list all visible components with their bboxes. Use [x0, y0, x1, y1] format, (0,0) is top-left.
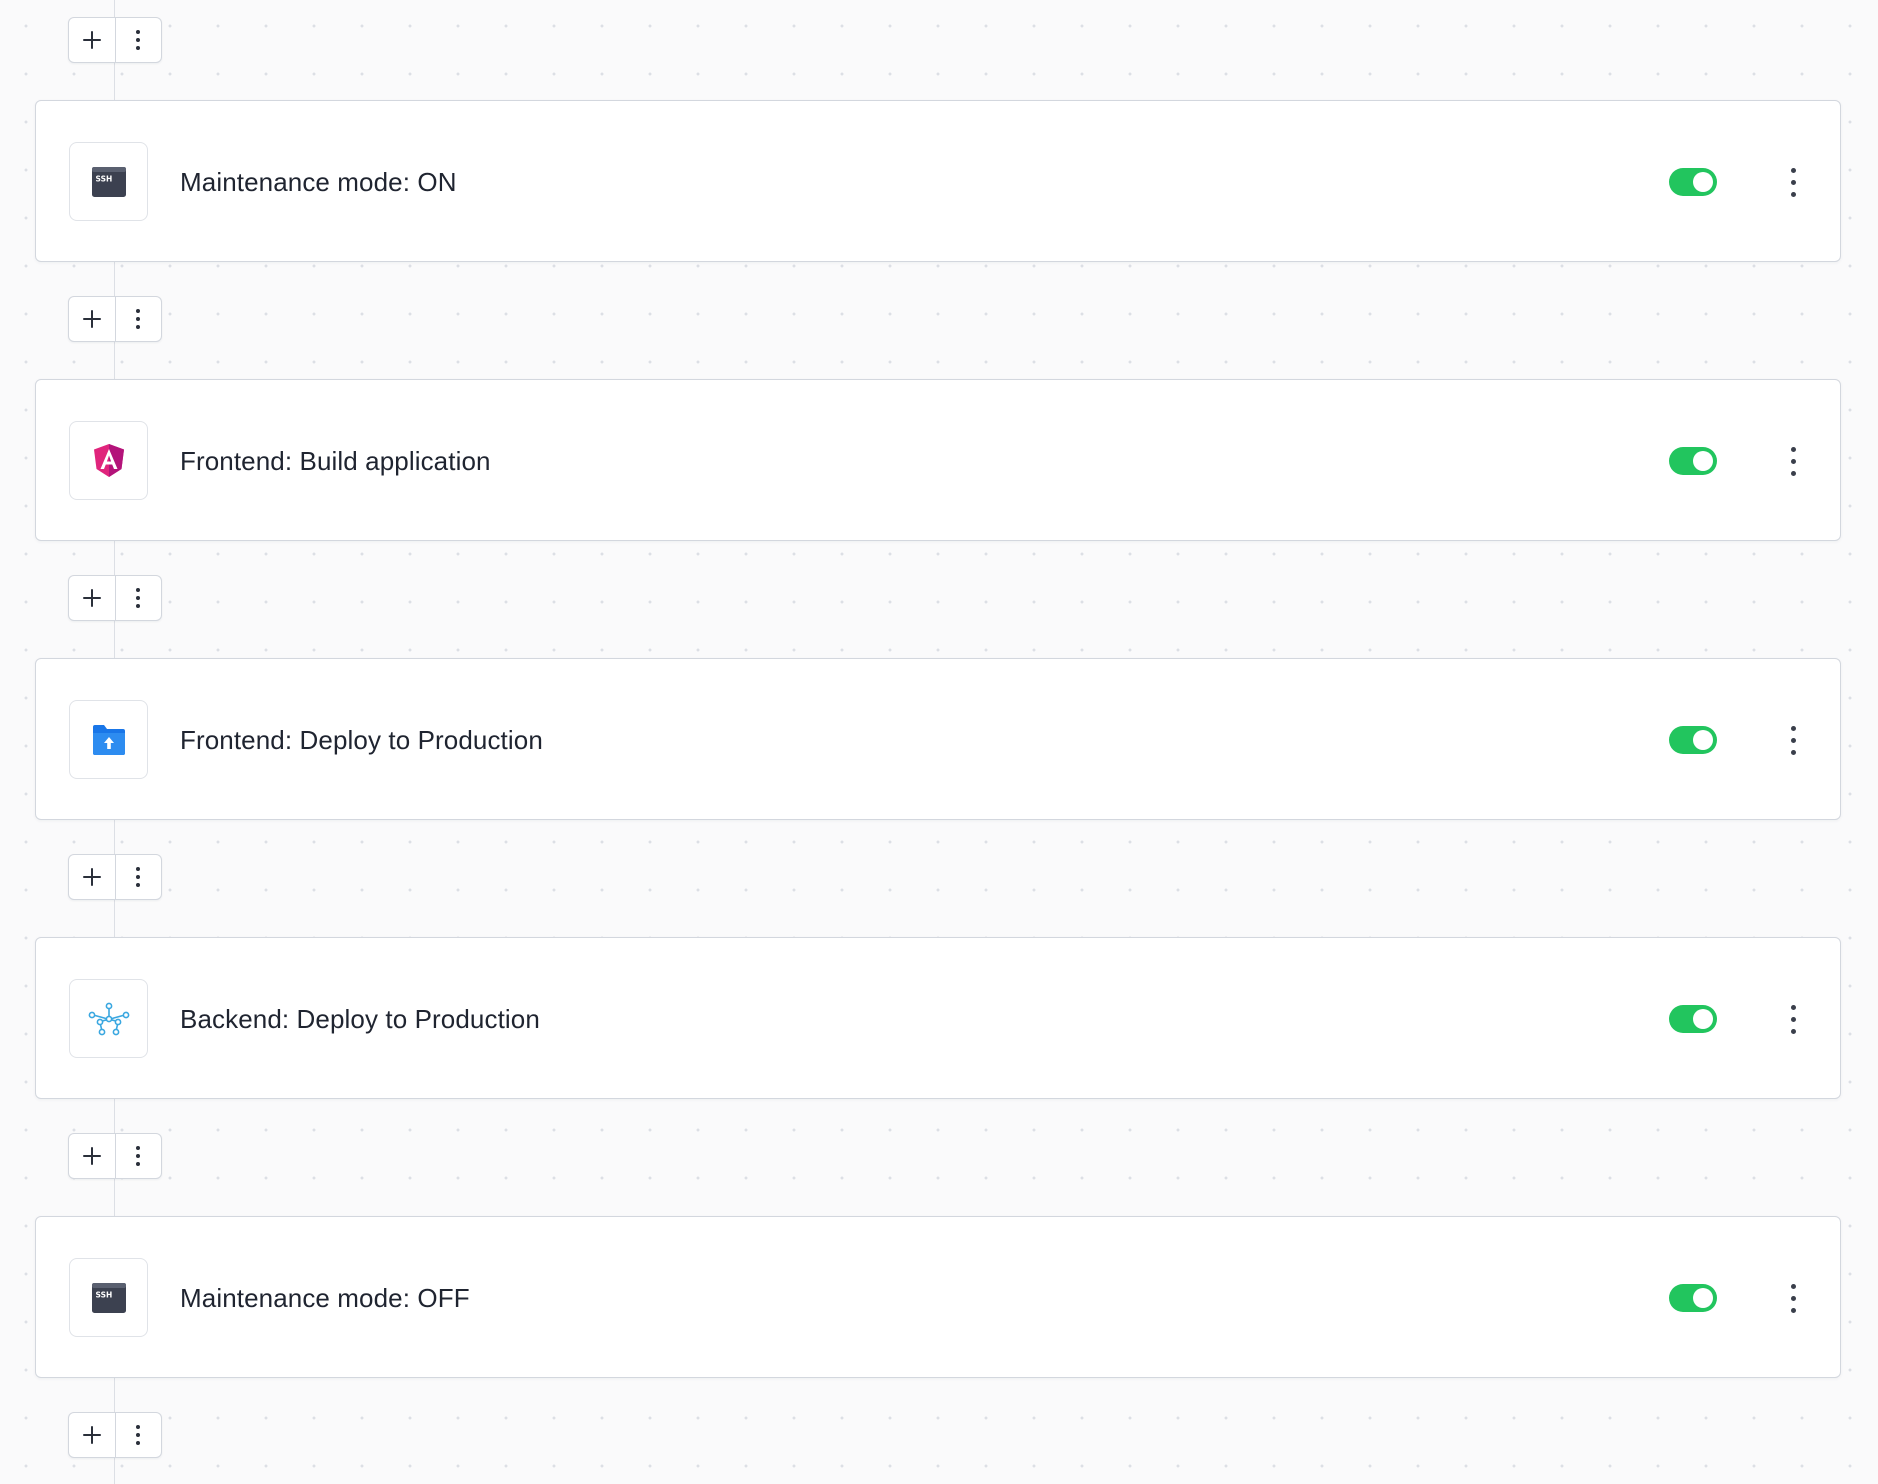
plus-icon	[82, 868, 101, 886]
add-action-menu-button[interactable]	[114, 1134, 162, 1178]
plus-icon	[82, 1426, 101, 1444]
add-action-bar	[68, 17, 162, 63]
action-icon-box: SSH	[69, 142, 148, 221]
ssh-terminal-icon: SSH	[91, 1282, 126, 1313]
plus-icon	[82, 589, 101, 607]
action-title[interactable]: Backend: Deploy to Production	[180, 938, 540, 1100]
action-enabled-toggle[interactable]	[1669, 447, 1717, 475]
more-vertical-icon	[136, 30, 141, 50]
add-action-menu-button[interactable]	[114, 576, 162, 620]
action-title[interactable]: Maintenance mode: OFF	[180, 1217, 470, 1379]
action-enabled-toggle[interactable]	[1669, 168, 1717, 196]
add-action-bar	[68, 1412, 162, 1458]
add-action-menu-button[interactable]	[114, 297, 162, 341]
angular-icon	[93, 443, 124, 477]
add-action-bar	[68, 1133, 162, 1179]
svg-text:SSH: SSH	[95, 1290, 112, 1299]
more-vertical-icon	[136, 1146, 141, 1166]
action-title[interactable]: Maintenance mode: ON	[180, 101, 457, 263]
folder-upload-icon	[92, 724, 125, 755]
action-menu-button[interactable]	[1778, 716, 1808, 764]
add-action-button[interactable]	[69, 297, 115, 341]
add-action-bar	[68, 854, 162, 900]
action-menu-button[interactable]	[1778, 1274, 1808, 1322]
action-card[interactable]: SSH Maintenance mode: ON	[35, 100, 1841, 262]
action-card[interactable]: Frontend: Build application	[35, 379, 1841, 541]
action-icon-box: SSH	[69, 1258, 148, 1337]
action-enabled-toggle[interactable]	[1669, 726, 1717, 754]
add-action-button[interactable]	[69, 18, 115, 62]
network-nodes-icon	[88, 1002, 129, 1035]
action-enabled-toggle[interactable]	[1669, 1284, 1717, 1312]
toggle-knob	[1693, 1288, 1713, 1308]
action-icon-box	[69, 979, 148, 1058]
action-card[interactable]: Frontend: Deploy to Production	[35, 658, 1841, 820]
add-action-bar	[68, 575, 162, 621]
plus-icon	[82, 1147, 101, 1165]
toggle-knob	[1693, 730, 1713, 750]
add-action-button[interactable]	[69, 1413, 115, 1457]
add-action-button[interactable]	[69, 855, 115, 899]
add-action-menu-button[interactable]	[114, 1413, 162, 1457]
action-icon-box	[69, 421, 148, 500]
ssh-terminal-icon: SSH	[91, 166, 126, 197]
more-vertical-icon	[136, 1425, 141, 1445]
toggle-knob	[1693, 1009, 1713, 1029]
action-title[interactable]: Frontend: Build application	[180, 380, 491, 542]
more-vertical-icon	[136, 867, 141, 887]
action-card[interactable]: Backend: Deploy to Production	[35, 937, 1841, 1099]
toggle-knob	[1693, 172, 1713, 192]
add-action-menu-button[interactable]	[114, 855, 162, 899]
add-action-button[interactable]	[69, 1134, 115, 1178]
pipeline-canvas: SSH Maintenance mode: ON Frontend: Build…	[0, 0, 1878, 1484]
svg-text:SSH: SSH	[95, 174, 112, 183]
toggle-knob	[1693, 451, 1713, 471]
action-card[interactable]: SSH Maintenance mode: OFF	[35, 1216, 1841, 1378]
plus-icon	[82, 310, 101, 328]
plus-icon	[82, 31, 101, 49]
more-vertical-icon	[136, 309, 141, 329]
more-vertical-icon	[136, 588, 141, 608]
add-action-menu-button[interactable]	[114, 18, 162, 62]
add-action-bar	[68, 296, 162, 342]
action-icon-box	[69, 700, 148, 779]
action-menu-button[interactable]	[1778, 158, 1808, 206]
action-enabled-toggle[interactable]	[1669, 1005, 1717, 1033]
action-title[interactable]: Frontend: Deploy to Production	[180, 659, 543, 821]
action-menu-button[interactable]	[1778, 995, 1808, 1043]
action-menu-button[interactable]	[1778, 437, 1808, 485]
add-action-button[interactable]	[69, 576, 115, 620]
